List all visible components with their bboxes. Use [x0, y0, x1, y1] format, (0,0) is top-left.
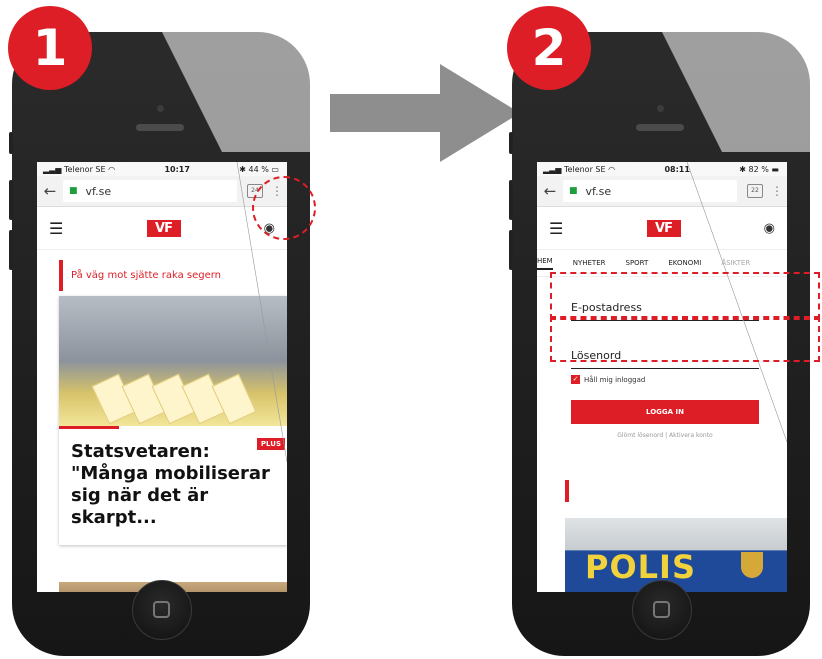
signal-icon: ▂▃▅ [43, 164, 62, 174]
earpiece-speaker [636, 124, 684, 131]
signal-icon: ▂▃▅ [543, 164, 562, 174]
hamburger-menu-icon[interactable]: ☰ [549, 219, 563, 238]
tab-switcher-button[interactable]: 22 [747, 184, 763, 198]
police-emblem [741, 552, 763, 578]
battery-icon: ▬ [771, 164, 779, 174]
back-arrow-icon[interactable]: ← [37, 182, 63, 200]
status-time: 08:11 [664, 164, 690, 174]
site-header: ☰ VF ◉ [37, 207, 287, 250]
carrier-name: Telenor SE [64, 164, 106, 174]
battery-level: 82 % [748, 164, 769, 174]
tab-hem[interactable]: HEM [537, 257, 553, 270]
phone-1: ▂▃▅ Telenor SE ◠ 10:17 ✱ 44 % ▭ ← ■ vf.s… [9, 32, 310, 656]
highlight-password-field [550, 316, 820, 362]
hamburger-menu-icon[interactable]: ☰ [49, 219, 63, 238]
link-separator: | [665, 432, 668, 439]
front-camera [657, 105, 664, 112]
carrier-name: Telenor SE [564, 164, 606, 174]
url-text: vf.se [85, 184, 112, 198]
checkmark-icon: ✓ [571, 375, 580, 384]
article-card[interactable]: PLUS Statsvetaren: "Många mobiliserar si… [59, 296, 287, 545]
remember-me-label: Håll mig inloggad [584, 375, 646, 384]
police-car-photo[interactable]: POLIS [565, 518, 787, 592]
front-camera [157, 105, 164, 112]
volume-up-button [9, 180, 13, 220]
account-links: Glömt lösenord | Aktivera konto [571, 432, 759, 439]
battery-icon: ▭ [271, 164, 279, 174]
activate-account-link[interactable]: Aktivera konto [669, 432, 713, 439]
phone-1-screen: ▂▃▅ Telenor SE ◠ 10:17 ✱ 44 % ▭ ← ■ vf.s… [37, 162, 287, 592]
volume-down-button [9, 230, 13, 270]
login-button[interactable]: LOGGA IN [571, 400, 759, 424]
status-bar: ▂▃▅ Telenor SE ◠ 08:11 ✱ 82 % ▬ [537, 162, 787, 176]
teaser-link[interactable]: På väg mot sjätte raka segern [59, 260, 275, 291]
content-accent-line [565, 480, 569, 502]
remember-me-checkbox[interactable]: ✓ Håll mig inloggad [571, 375, 759, 384]
home-button[interactable] [632, 580, 692, 640]
address-bar[interactable]: ■ vf.se [563, 180, 737, 202]
highlight-email-field [550, 272, 820, 320]
article-headline[interactable]: Statsvetaren: "Många mobiliserar sig när… [59, 429, 287, 545]
wifi-icon: ◠ [608, 164, 616, 174]
earpiece-speaker [136, 124, 184, 131]
article-photo [59, 296, 287, 426]
mute-switch [9, 132, 13, 154]
wifi-icon: ◠ [108, 164, 116, 174]
tab-ekonomi[interactable]: EKONOMI [668, 259, 701, 267]
status-time: 10:17 [164, 164, 190, 174]
plus-badge: PLUS [256, 438, 285, 450]
tab-sport[interactable]: SPORT [626, 259, 649, 267]
battery-level: 44 % [248, 164, 269, 174]
tab-nyheter[interactable]: NYHETER [573, 259, 606, 267]
forgot-password-link[interactable]: Glömt lösenord [617, 432, 663, 439]
site-logo[interactable]: VF [146, 219, 181, 237]
site-header: ☰ VF ◉ [537, 207, 787, 250]
volume-down-button [509, 230, 513, 270]
mute-switch [509, 132, 513, 154]
browser-toolbar: ← ■ vf.se 24 ⋮ [37, 176, 287, 207]
address-bar[interactable]: ■ vf.se [63, 180, 237, 202]
phone-2-screen: ▂▃▅ Telenor SE ◠ 08:11 ✱ 82 % ▬ ← ■ vf.s… [537, 162, 787, 592]
step-badge-2: 2 [507, 6, 591, 90]
lock-icon: ■ [69, 186, 78, 196]
lock-icon: ■ [569, 186, 578, 196]
step-badge-1: 1 [8, 6, 92, 90]
overflow-menu-icon[interactable]: ⋮ [771, 184, 783, 198]
browser-toolbar: ← ■ vf.se 22 ⋮ [537, 176, 787, 207]
bluetooth-icon: ✱ [239, 164, 246, 174]
highlight-user-icon [252, 176, 316, 240]
step-arrow-icon [330, 64, 520, 162]
user-account-icon[interactable]: ◉ [764, 221, 775, 236]
back-arrow-icon[interactable]: ← [537, 182, 563, 200]
url-text: vf.se [585, 184, 612, 198]
tab-asikter[interactable]: ÅSIKTER [721, 259, 750, 267]
bluetooth-icon: ✱ [739, 164, 746, 174]
police-car-text: POLIS [585, 548, 696, 586]
status-bar: ▂▃▅ Telenor SE ◠ 10:17 ✱ 44 % ▭ [37, 162, 287, 176]
volume-up-button [509, 180, 513, 220]
home-button[interactable] [132, 580, 192, 640]
site-logo[interactable]: VF [646, 219, 681, 237]
